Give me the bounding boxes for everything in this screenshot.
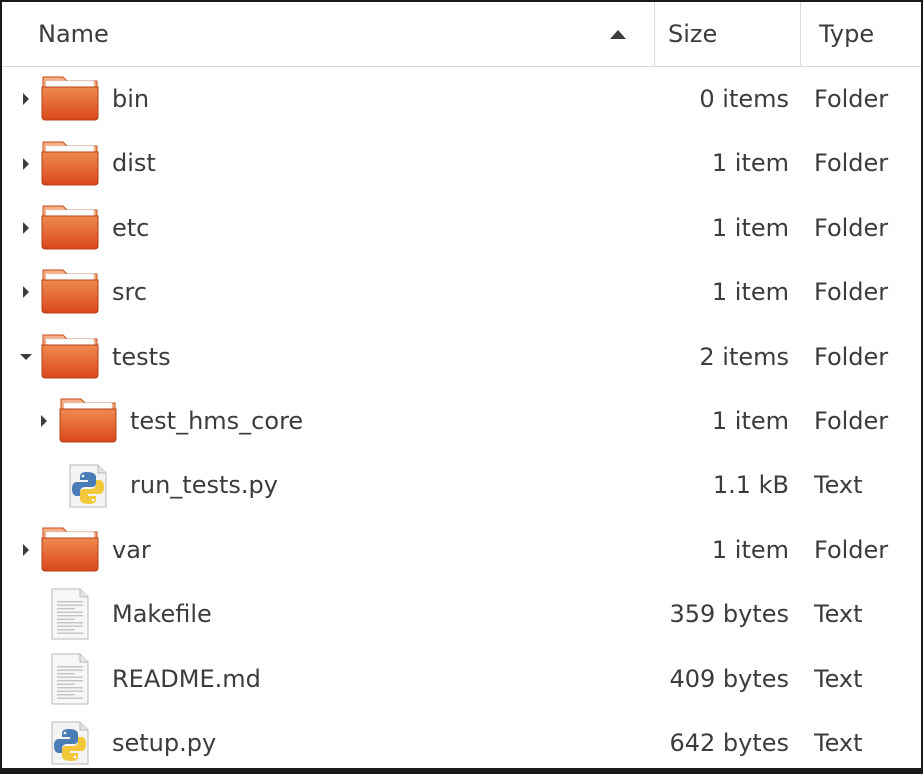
expander-collapsed-icon[interactable] bbox=[41, 415, 47, 428]
expander-expanded-icon[interactable] bbox=[20, 353, 32, 360]
file-name: test_hms_core bbox=[130, 406, 304, 435]
column-header: Name Size Type bbox=[2, 2, 921, 67]
expander-collapsed-icon[interactable] bbox=[23, 543, 29, 556]
file-size: 1.1 kB bbox=[712, 471, 789, 500]
file-row[interactable]: tests 2 items Folder bbox=[2, 325, 921, 389]
file-size: 642 bytes bbox=[669, 728, 789, 757]
file-name: Makefile bbox=[112, 600, 212, 629]
file-type: Folder bbox=[814, 213, 889, 242]
file-row[interactable]: run_tests.py 1.1 kB Text bbox=[2, 453, 921, 517]
file-size: 1 item bbox=[711, 406, 789, 435]
file-type: Text bbox=[814, 600, 863, 629]
file-name: setup.py bbox=[112, 728, 217, 757]
file-name: run_tests.py bbox=[130, 471, 278, 500]
file-type: Text bbox=[814, 728, 863, 757]
expander-collapsed-icon[interactable] bbox=[23, 157, 29, 170]
file-row[interactable]: test_hms_core 1 item Folder bbox=[2, 389, 921, 453]
type-column-header[interactable]: Type bbox=[819, 2, 874, 66]
column-divider[interactable] bbox=[800, 2, 801, 66]
folder-icon bbox=[40, 331, 100, 379]
name-column-header[interactable]: Name bbox=[38, 2, 109, 66]
file-row[interactable]: README.md 409 bytes Text bbox=[2, 647, 921, 711]
file-type: Folder bbox=[814, 535, 889, 564]
file-type: Folder bbox=[814, 406, 889, 435]
file-name: dist bbox=[112, 149, 156, 178]
file-type: Folder bbox=[814, 149, 889, 178]
expander-collapsed-icon[interactable] bbox=[23, 221, 29, 234]
file-type: Folder bbox=[814, 342, 889, 371]
file-size: 2 items bbox=[699, 342, 789, 371]
python-file-icon bbox=[68, 463, 108, 509]
file-rows: bin 0 items Folder dist 1 item Folder etc 1 ite… bbox=[2, 67, 921, 775]
file-row[interactable]: setup.py 642 bytes Text bbox=[2, 711, 921, 775]
text-file-icon bbox=[50, 587, 90, 641]
expander-collapsed-icon[interactable] bbox=[23, 286, 29, 299]
file-row[interactable]: var 1 item Folder bbox=[2, 518, 921, 582]
file-row[interactable]: bin 0 items Folder bbox=[2, 67, 921, 131]
file-row[interactable]: etc 1 item Folder bbox=[2, 196, 921, 260]
file-name: README.md bbox=[112, 664, 261, 693]
file-size: 1 item bbox=[711, 278, 789, 307]
file-name: etc bbox=[112, 213, 150, 242]
column-divider[interactable] bbox=[654, 2, 655, 66]
file-type: Text bbox=[814, 471, 863, 500]
file-row[interactable]: dist 1 item Folder bbox=[2, 131, 921, 195]
folder-icon bbox=[40, 202, 100, 250]
folder-icon bbox=[40, 524, 100, 572]
file-size: 359 bytes bbox=[669, 600, 789, 629]
sort-ascending-icon[interactable] bbox=[610, 30, 626, 39]
python-file-icon bbox=[50, 720, 90, 766]
folder-icon bbox=[58, 395, 118, 443]
file-type: Text bbox=[814, 664, 863, 693]
size-column-header[interactable]: Size bbox=[668, 2, 717, 66]
text-file-icon bbox=[50, 652, 90, 706]
folder-icon bbox=[40, 73, 100, 121]
file-size: 1 item bbox=[711, 535, 789, 564]
file-list-view: Name Size Type bin 0 items Folder dist 1 ite… bbox=[0, 0, 923, 774]
file-name: bin bbox=[112, 85, 150, 113]
file-row[interactable]: src 1 item Folder bbox=[2, 260, 921, 324]
file-name: tests bbox=[112, 342, 171, 371]
file-size: 409 bytes bbox=[669, 664, 789, 693]
file-type: Folder bbox=[814, 278, 889, 307]
file-size: 0 items bbox=[699, 85, 789, 113]
expander-collapsed-icon[interactable] bbox=[23, 93, 29, 106]
file-size: 1 item bbox=[711, 213, 789, 242]
folder-icon bbox=[40, 138, 100, 186]
file-row[interactable]: Makefile 359 bytes Text bbox=[2, 582, 921, 646]
file-size: 1 item bbox=[711, 149, 789, 178]
file-type: Folder bbox=[814, 85, 889, 113]
file-name: var bbox=[112, 535, 151, 564]
file-name: src bbox=[112, 278, 148, 307]
folder-icon bbox=[40, 266, 100, 314]
